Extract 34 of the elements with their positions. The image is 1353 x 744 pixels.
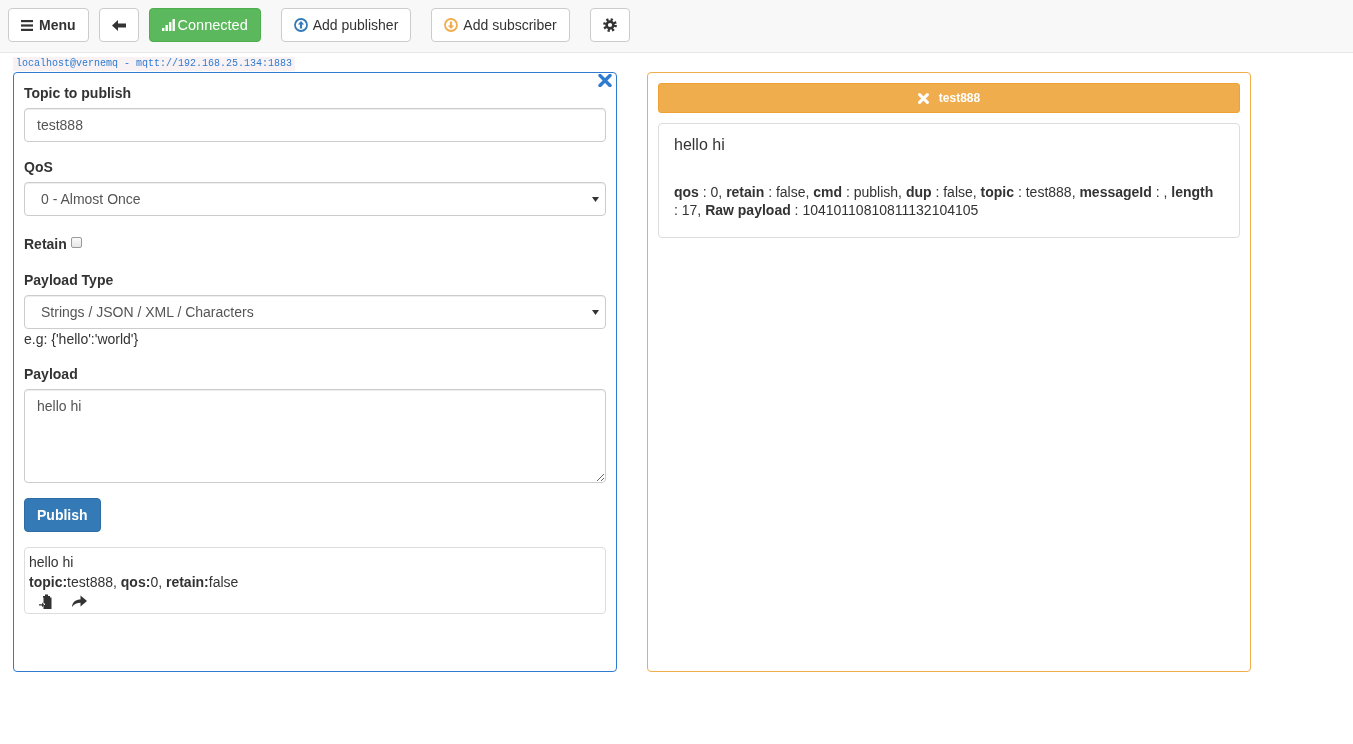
history-meta: topic:test888, qos:0, retain:false xyxy=(29,573,240,592)
clipboard-icon[interactable] xyxy=(39,593,52,609)
topic-label: Topic to publish xyxy=(24,84,133,103)
caret-icon xyxy=(592,309,599,315)
retain-checkbox[interactable] xyxy=(70,236,82,248)
arrow-down-circle-icon xyxy=(444,18,459,32)
message-details: qos : 0, retain : false, cmd : publish, dup : false, topic : test888, messageId : , length : 17, Raw payload : 10410110810811132104105 xyxy=(674,183,1215,219)
payload-type-select[interactable]: Strings / JSON / XML / Characters xyxy=(24,295,606,329)
topic-field[interactable]: test888 xyxy=(24,108,606,142)
menu-button[interactable]: Menu xyxy=(8,8,89,42)
history-payload: hello hi xyxy=(29,553,75,572)
payload-type-label: Payload Type xyxy=(24,271,115,290)
qos-select[interactable]: 0 - Almost Once xyxy=(24,182,606,216)
topic-title: test888 xyxy=(938,91,981,105)
payload-field[interactable]: hello hi xyxy=(24,389,606,483)
add-publisher-button[interactable]: Add publisher xyxy=(280,8,412,42)
settings-icon xyxy=(602,18,617,32)
close-icon[interactable] xyxy=(598,74,612,87)
settings-button[interactable] xyxy=(589,8,630,42)
retain-label: Retain xyxy=(24,235,67,254)
back-button[interactable] xyxy=(98,8,139,42)
payload-label: Payload xyxy=(24,365,79,384)
publish-button[interactable]: Publish xyxy=(24,498,101,532)
qos-label: QoS xyxy=(24,158,54,177)
arrow-up-circle-icon xyxy=(293,18,308,32)
share-arrow-icon[interactable] xyxy=(72,595,87,607)
message-payload: hello hi xyxy=(674,135,726,155)
signal-bars-icon xyxy=(161,19,175,31)
menu-icon xyxy=(21,19,33,31)
add-subscriber-button[interactable]: Add subscriber xyxy=(431,8,570,42)
caret-icon xyxy=(592,196,599,202)
payload-type-hint: e.g: {'hello':'world'} xyxy=(24,330,140,349)
left-arrow-icon xyxy=(111,19,126,31)
connection-label: localhost@vernemq - mqtt://192.168.25.134:1883 xyxy=(13,57,296,71)
